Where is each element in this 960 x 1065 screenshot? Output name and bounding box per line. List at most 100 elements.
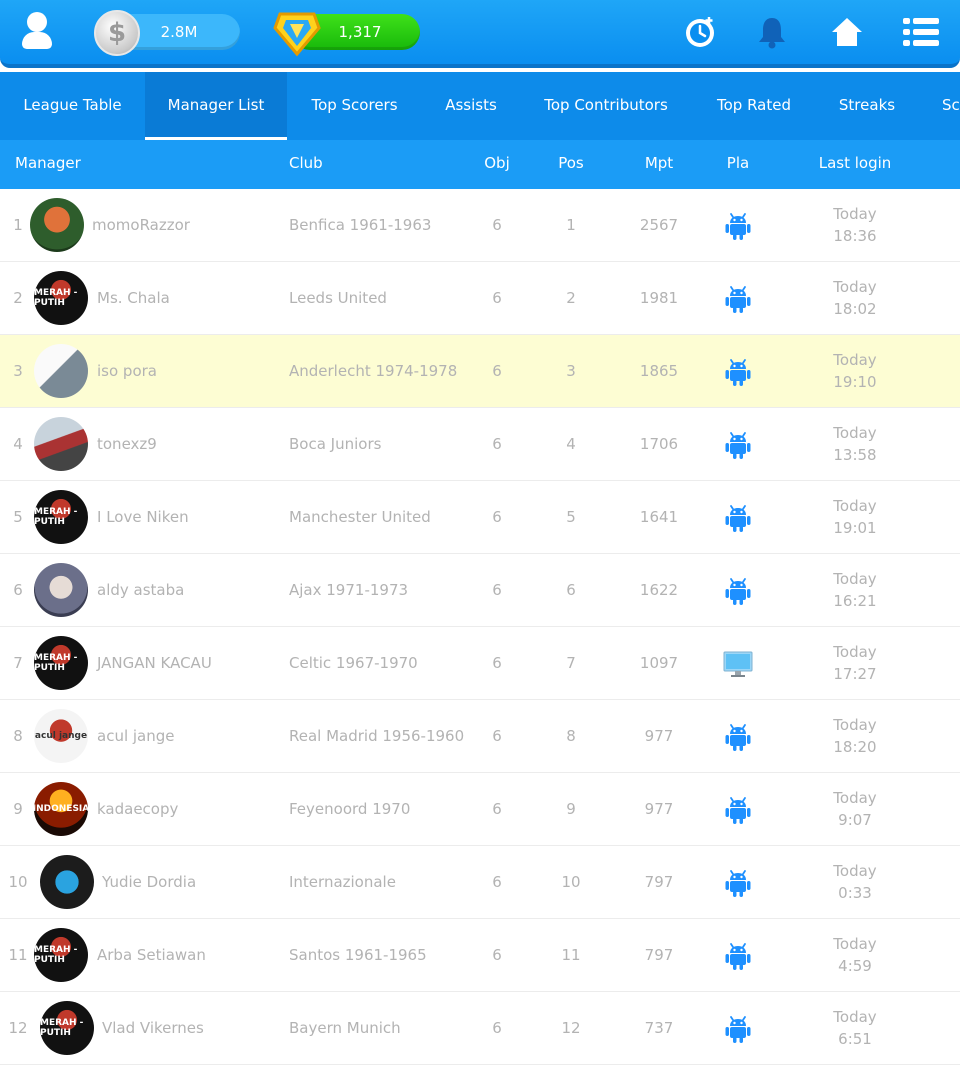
bell-icon[interactable] [750, 10, 794, 54]
avatar[interactable] [34, 344, 88, 398]
table-row[interactable]: 1 momoRazzor Benfica 1961-1963 6 1 2567 … [0, 189, 960, 262]
tab-top-scorers[interactable]: Top Scorers [287, 72, 422, 140]
login-day: Today [833, 497, 877, 515]
club-name: Ajax 1971-1973 [289, 581, 409, 599]
avatar[interactable]: INDONESIA [34, 782, 88, 836]
manager-name[interactable]: Vlad Vikernes [102, 992, 204, 1064]
manager-name[interactable]: kadaecopy [97, 773, 178, 845]
col-last-login[interactable]: Last login [805, 140, 905, 186]
login-day: Today [833, 1008, 877, 1026]
login-time: 18:20 [833, 738, 877, 756]
user-icon[interactable] [18, 10, 56, 50]
avatar[interactable]: MERAH - PUTIH [34, 928, 88, 982]
manager-name[interactable]: I Love Niken [97, 481, 189, 553]
manager-points: 1641 [639, 508, 679, 526]
tab-sc[interactable]: Sc [942, 72, 960, 140]
col-club[interactable]: Club [289, 140, 323, 186]
android-icon [722, 284, 754, 314]
tab-assists[interactable]: Assists [422, 72, 520, 140]
table-row[interactable]: 6 aldy astaba Ajax 1971-1973 6 6 1622 To… [0, 554, 960, 627]
objective: 6 [492, 289, 502, 307]
manager-points: 1622 [639, 581, 679, 599]
manager-name[interactable]: Ms. Chala [97, 262, 170, 334]
tab-streaks[interactable]: Streaks [816, 72, 918, 140]
rank: 11 [8, 946, 28, 964]
manager-name[interactable]: aldy astaba [97, 554, 184, 626]
login-day: Today [833, 935, 877, 953]
manager-name[interactable]: Yudie Dordia [102, 846, 196, 918]
table-row[interactable]: 8 acul jange acul jange Real Madrid 1956… [0, 700, 960, 773]
login-day: Today [833, 716, 877, 734]
manager-points: 1981 [639, 289, 679, 307]
tab-top-contributors[interactable]: Top Contributors [520, 72, 692, 140]
manager-name[interactable]: JANGAN KACAU [97, 627, 212, 699]
position: 6 [566, 581, 576, 599]
col-obj[interactable]: Obj [480, 140, 514, 186]
club-name: Leeds United [289, 289, 387, 307]
col-pos[interactable]: Pos [553, 140, 589, 186]
position: 5 [566, 508, 576, 526]
manager-points: 1865 [639, 362, 679, 380]
avatar[interactable] [34, 417, 88, 471]
club-name: Bayern Munich [289, 1019, 401, 1037]
table-row[interactable]: 9 INDONESIA kadaecopy Feyenoord 1970 6 9… [0, 773, 960, 846]
login-day: Today [833, 789, 877, 807]
android-icon [722, 211, 754, 241]
manager-list: 1 momoRazzor Benfica 1961-1963 6 1 2567 … [0, 189, 960, 1065]
clock-icon[interactable] [678, 10, 722, 54]
position: 4 [566, 435, 576, 453]
table-row[interactable]: 2 MERAH - PUTIH Ms. Chala Leeds United 6… [0, 262, 960, 335]
avatar[interactable] [30, 198, 84, 252]
table-row[interactable]: 4 tonexz9 Boca Juniors 6 4 1706 Today 13… [0, 408, 960, 481]
position: 10 [561, 873, 581, 891]
col-pla[interactable]: Pla [716, 140, 760, 186]
position: 11 [561, 946, 581, 964]
table-row[interactable]: 11 MERAH - PUTIH Arba Setiawan Santos 19… [0, 919, 960, 992]
col-manager[interactable]: Manager [15, 140, 81, 186]
rank: 6 [13, 581, 23, 599]
avatar[interactable] [34, 563, 88, 617]
manager-points: 977 [644, 727, 674, 745]
manager-points: 1097 [639, 654, 679, 672]
gem-icon [273, 12, 321, 57]
col-mpt[interactable]: Mpt [630, 140, 688, 186]
tab-manager-list[interactable]: Manager List [145, 72, 287, 140]
avatar[interactable]: acul jange [34, 709, 88, 763]
login-day: Today [833, 862, 877, 880]
table-row[interactable]: 3 iso pora Anderlecht 1974-1978 6 3 1865… [0, 335, 960, 408]
home-icon[interactable] [825, 10, 869, 54]
rank: 8 [13, 727, 23, 745]
rank: 5 [13, 508, 23, 526]
manager-name[interactable]: momoRazzor [92, 189, 190, 261]
tab-top-rated[interactable]: Top Rated [692, 72, 816, 140]
login-time: 6:51 [838, 1030, 872, 1048]
manager-name[interactable]: Arba Setiawan [97, 919, 206, 991]
rank: 10 [8, 873, 28, 891]
android-icon [722, 868, 754, 898]
table-row[interactable]: 10 Yudie Dordia Internazionale 6 10 797 … [0, 846, 960, 919]
club-name: Internazionale [289, 873, 396, 891]
rank: 2 [13, 289, 23, 307]
table-row[interactable]: 5 MERAH - PUTIH I Love Niken Manchester … [0, 481, 960, 554]
table-row[interactable]: 7 MERAH - PUTIH JANGAN KACAU Celtic 1967… [0, 627, 960, 700]
objective: 6 [492, 873, 502, 891]
login-day: Today [833, 424, 877, 442]
manager-name[interactable]: tonexz9 [97, 408, 157, 480]
avatar[interactable]: MERAH - PUTIH [40, 1001, 94, 1055]
rank: 1 [13, 216, 23, 234]
tab-league-table[interactable]: League Table [0, 72, 145, 140]
position: 12 [561, 1019, 581, 1037]
manager-name[interactable]: acul jange [97, 700, 175, 772]
login-day: Today [833, 643, 877, 661]
avatar[interactable] [40, 855, 94, 909]
login-day: Today [833, 205, 877, 223]
avatar[interactable]: MERAH - PUTIH [34, 636, 88, 690]
login-day: Today [833, 278, 877, 296]
club-name: Manchester United [289, 508, 431, 526]
table-row[interactable]: 12 MERAH - PUTIH Vlad Vikernes Bayern Mu… [0, 992, 960, 1065]
avatar[interactable]: MERAH - PUTIH [34, 490, 88, 544]
avatar[interactable]: MERAH - PUTIH [34, 271, 88, 325]
manager-name[interactable]: iso pora [97, 335, 157, 407]
menu-icon[interactable] [899, 10, 943, 54]
last-login: Today 17:27 [810, 641, 900, 685]
